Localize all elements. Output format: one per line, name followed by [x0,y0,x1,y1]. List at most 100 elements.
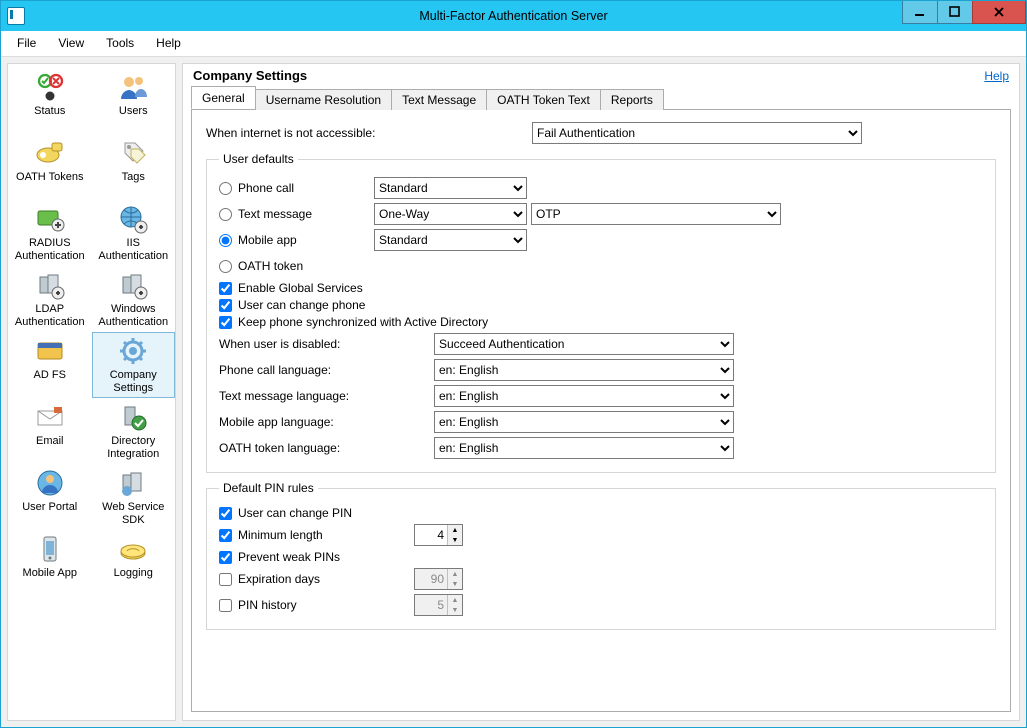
minimize-button[interactable] [902,1,938,24]
radio-mobile-app-input[interactable] [219,234,232,247]
radio-phone-call[interactable]: Phone call [219,181,374,195]
sdk-icon [117,467,149,499]
sidebar-item-label: Directory Integration [95,435,173,461]
radio-text-message-input[interactable] [219,208,232,221]
menu-file[interactable]: File [7,33,46,53]
content-area: StatusUsers OATH TokensTagsRADIUS Authent… [1,56,1026,727]
sidebar-item-windows[interactable]: Windows Authentication [92,266,176,332]
check-sync-ad[interactable]: Keep phone synchronized with Active Dire… [219,315,983,329]
phone-call-mode-select[interactable]: Standard [374,177,527,199]
oath-lang-select[interactable]: en: English [434,437,734,459]
check-global-services-input[interactable] [219,282,232,295]
status-icon [34,71,66,103]
check-expiration-days-input[interactable] [219,573,232,586]
sidebar-item-mobile[interactable]: Mobile App [8,530,92,596]
radius-icon [34,203,66,235]
sidebar-item-sdk[interactable]: Web Service SDK [92,464,176,530]
maximize-button[interactable] [937,1,973,24]
sidebar-item-users[interactable]: Users [92,68,176,134]
radio-oath-token[interactable]: OATH token [219,259,374,273]
tab-general[interactable]: General [191,86,256,109]
mobile-app-mode-select[interactable]: Standard [374,229,527,251]
sidebar-item-label: IIS Authentication [95,237,173,263]
radio-text-message[interactable]: Text message [219,207,374,221]
check-pin-history[interactable]: PIN history [219,598,414,612]
sidebar-item-tags[interactable]: Tags [92,134,176,200]
sidebar-item-oath[interactable]: OATH Tokens [8,134,92,200]
check-change-pin-input[interactable] [219,507,232,520]
check-global-services[interactable]: Enable Global Services [219,281,983,295]
user-defaults-legend: User defaults [219,152,298,166]
sidebar-item-iis[interactable]: IIS Authentication [92,200,176,266]
sidebar-item-portal[interactable]: User Portal [8,464,92,530]
check-change-phone-input[interactable] [219,299,232,312]
check-sync-ad-input[interactable] [219,316,232,329]
spinner-up-icon[interactable]: ▲ [448,525,462,535]
help-link[interactable]: Help [984,69,1009,83]
radio-mobile-app[interactable]: Mobile app [219,233,374,247]
window-buttons [903,1,1026,31]
close-button[interactable] [972,1,1026,24]
tab-oath-token-text[interactable]: OATH Token Text [486,89,601,110]
sidebar-item-ldap[interactable]: LDAP Authentication [8,266,92,332]
menubar: File View Tools Help [1,31,1026,56]
check-pin-history-input[interactable] [219,599,232,612]
tab-reports[interactable]: Reports [600,89,664,110]
tabstrip: GeneralUsername ResolutionText MessageOA… [191,87,1011,110]
sidebar-item-email[interactable]: Email [8,398,92,464]
check-min-length[interactable]: Minimum length [219,528,414,542]
tab-username-resolution[interactable]: Username Resolution [255,89,392,110]
text-message-mode-select[interactable]: One-Way [374,203,527,225]
sidebar-item-adfs[interactable]: AD FS [8,332,92,398]
sidebar-item-label: OATH Tokens [11,171,89,197]
sidebar-item-logging[interactable]: Logging [92,530,176,596]
adfs-icon [34,335,66,367]
sidebar-item-status[interactable]: Status [8,68,92,134]
check-expiration-days[interactable]: Expiration days [219,572,414,586]
pin-rules-group: Default PIN rules User can change PIN Mi… [206,481,996,630]
sidebar-item-label: Logging [95,567,173,593]
spinner-down-icon[interactable]: ▼ [448,535,462,545]
min-length-spinner[interactable]: ▲▼ [414,524,463,546]
windows-icon [117,269,149,301]
spinner-up-icon: ▲ [448,569,462,579]
phone-lang-label: Phone call language: [219,363,434,377]
sidebar-item-label: Tags [95,171,173,197]
text-lang-select[interactable]: en: English [434,385,734,407]
sidebar-item-label: LDAP Authentication [11,303,89,329]
menu-view[interactable]: View [48,33,94,53]
internet-label: When internet is not accessible: [206,126,526,140]
sidebar-item-label: Web Service SDK [95,501,173,527]
menu-tools[interactable]: Tools [96,33,144,53]
check-change-pin[interactable]: User can change PIN [219,506,983,520]
sidebar-item-label: Email [11,435,89,461]
phone-lang-select[interactable]: en: English [434,359,734,381]
radio-oath-token-input[interactable] [219,260,232,273]
sidebar-item-company[interactable]: Company Settings [92,332,176,398]
text-message-type-select[interactable]: OTP [531,203,781,225]
radio-phone-call-input[interactable] [219,182,232,195]
tab-text-message[interactable]: Text Message [391,89,487,110]
check-change-phone[interactable]: User can change phone [219,298,983,312]
sidebar-item-label: Status [11,105,89,131]
check-prevent-weak-input[interactable] [219,551,232,564]
sidebar-item-label: User Portal [11,501,89,527]
mobile-lang-select[interactable]: en: English [434,411,734,433]
check-min-length-input[interactable] [219,529,232,542]
sidebar-item-label: AD FS [11,369,89,395]
user-defaults-group: User defaults Phone call Standard Text m… [206,152,996,473]
portal-icon [34,467,66,499]
check-prevent-weak[interactable]: Prevent weak PINs [219,550,983,564]
app-icon [7,7,25,25]
spinner-down-icon: ▼ [448,579,462,589]
oath-lang-label: OATH token language: [219,441,434,455]
when-disabled-select[interactable]: Succeed Authentication [434,333,734,355]
sidebar-item-directory[interactable]: Directory Integration [92,398,176,464]
tags-icon [117,137,149,169]
internet-select[interactable]: Fail Authentication [532,122,862,144]
sidebar-item-radius[interactable]: RADIUS Authentication [8,200,92,266]
iis-icon [117,203,149,235]
email-icon [34,401,66,433]
menu-help[interactable]: Help [146,33,191,53]
ldap-icon [34,269,66,301]
